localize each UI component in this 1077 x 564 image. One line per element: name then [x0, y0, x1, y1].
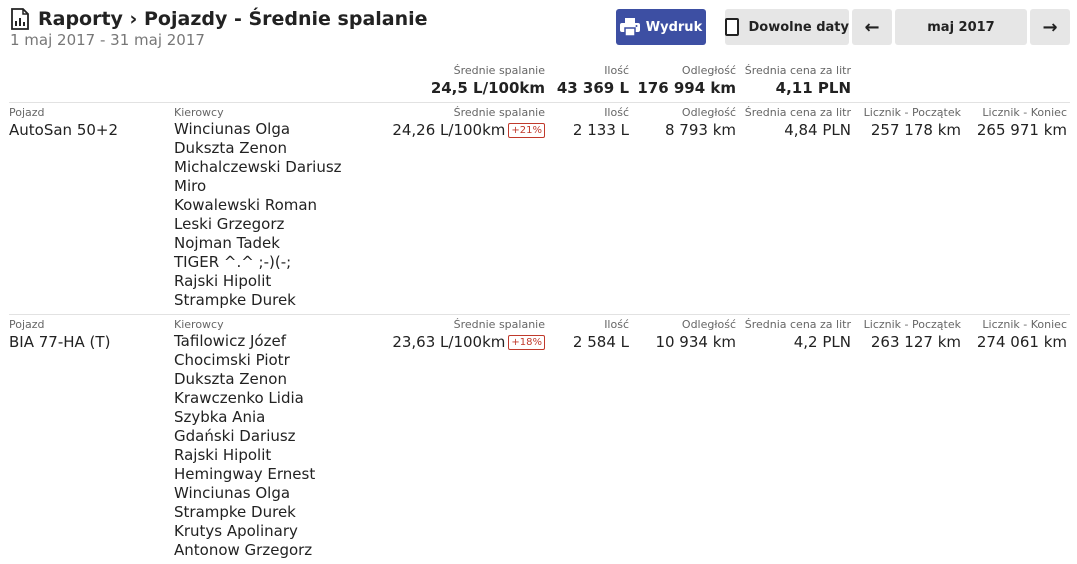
- vehicle-row[interactable]: Pojazd BIA 77-HA (T) Kierowcy Tafilowicz…: [0, 318, 1077, 564]
- deviation-badge: +18%: [508, 335, 545, 350]
- arrow-left-icon: ←: [864, 16, 880, 38]
- driver-name: Chocimski Piotr: [174, 351, 290, 369]
- divider: [9, 314, 1070, 315]
- checkbox-icon[interactable]: [725, 18, 739, 36]
- driver-name: Gdański Dariusz: [174, 427, 296, 445]
- vehicle-name: AutoSan 50+2: [9, 121, 119, 139]
- report-icon: [11, 8, 29, 30]
- drivers-cell: Kierowcy Tafilowicz Józef Chocimski Piotr…: [174, 318, 316, 560]
- vehicle-cell: Pojazd AutoSan 50+2: [9, 106, 119, 139]
- driver-name: Dukszta Zenon: [174, 139, 287, 157]
- driver-name: Tafilowicz Józef: [174, 332, 286, 350]
- summary-row: Średnie spalanie 24,5 L/100km Ilość 43 3…: [0, 64, 1077, 102]
- avg-price-cell: Średnia cena za litr 4,2 PLN: [744, 318, 851, 351]
- summary-avg-consumption: Średnie spalanie 24,5 L/100km: [430, 64, 545, 97]
- driver-name: Szybka Ania: [174, 408, 266, 426]
- counter-start-cell: Licznik - Początek 263 127 km: [863, 318, 961, 351]
- driver-name: Hemingway Ernest: [174, 465, 316, 483]
- next-month-button[interactable]: →: [1030, 9, 1070, 45]
- summary-amount: Ilość 43 369 L: [556, 64, 629, 97]
- arrow-right-icon: →: [1042, 16, 1058, 38]
- drivers-list: Tafilowicz Józef Chocimski Piotr Dukszta Z…: [174, 332, 315, 560]
- vehicle-name: BIA 77-HA (T): [9, 333, 111, 351]
- page-title: Raporty › Pojazdy - Średnie spalanie: [38, 8, 428, 30]
- driver-name: Strampke Durek: [174, 503, 296, 521]
- avg-consumption-cell: Średnie spalanie 23,63 L/100km +18%: [392, 318, 545, 351]
- summary-avg-price: Średnia cena za litr 4,11 PLN: [744, 64, 851, 97]
- driver-name: Dukszta Zenon: [174, 370, 287, 388]
- counter-start-cell: Licznik - Początek 257 178 km: [863, 106, 961, 139]
- avg-price-cell: Średnia cena za litr 4,84 PLN: [744, 106, 851, 139]
- driver-name: Michalczewski Dariusz: [174, 158, 342, 176]
- driver-name: Rajski Hipolit: [174, 446, 272, 464]
- driver-name: Kowalewski Roman: [174, 196, 318, 214]
- driver-name: Krawczenko Lidia: [174, 389, 304, 407]
- month-label: maj 2017: [927, 19, 995, 35]
- driver-name: Leski Grzegorz: [174, 215, 285, 233]
- driver-name: Krutys Apolinary: [174, 522, 298, 540]
- distance-cell: Odległość 8 793 km: [664, 106, 736, 139]
- driver-name: Nojman Tadek: [174, 234, 280, 252]
- drivers-list: Winciunas Olga Dukszta Zenon Michalczewski…: [174, 120, 342, 310]
- amount-cell: Ilość 2 133 L: [572, 106, 629, 139]
- deviation-badge: +21%: [508, 123, 545, 138]
- date-range: 1 maj 2017 - 31 maj 2017: [10, 31, 205, 49]
- counter-end-cell: Licznik - Koniec 265 971 km: [976, 106, 1067, 139]
- drivers-cell: Kierowcy Winciunas Olga Dukszta Zenon Mich…: [174, 106, 342, 310]
- divider: [9, 102, 1070, 103]
- distance-cell: Odległość 10 934 km: [655, 318, 736, 351]
- avg-consumption-cell: Średnie spalanie 24,26 L/100km +21%: [392, 106, 545, 139]
- driver-name: Strampke Durek: [174, 291, 296, 309]
- custom-dates-toggle[interactable]: Dowolne daty: [725, 9, 849, 45]
- page-header: Raporty › Pojazdy - Średnie spalanie 1 m…: [10, 8, 428, 49]
- driver-name: Winciunas Olga: [174, 484, 291, 502]
- title-row: Raporty › Pojazdy - Średnie spalanie: [10, 8, 428, 30]
- month-selector[interactable]: maj 2017: [895, 9, 1027, 45]
- vehicle-cell: Pojazd BIA 77-HA (T): [9, 318, 111, 351]
- print-button[interactable]: Wydruk: [616, 9, 706, 45]
- summary-distance: Odległość 176 994 km: [637, 64, 736, 97]
- custom-dates-label: Dowolne daty: [748, 19, 849, 35]
- prev-month-button[interactable]: ←: [852, 9, 892, 45]
- driver-name: Winciunas Olga: [174, 120, 291, 138]
- driver-name: Miro: [174, 177, 207, 195]
- driver-name: Antonow Grzegorz: [174, 541, 313, 559]
- vehicle-row[interactable]: Pojazd AutoSan 50+2 Kierowcy Winciunas O…: [0, 106, 1077, 312]
- driver-name: TIGER ^.^ ;-)(-;: [174, 253, 292, 271]
- amount-cell: Ilość 2 584 L: [572, 318, 629, 351]
- counter-end-cell: Licznik - Koniec 274 061 km: [976, 318, 1067, 351]
- print-button-label: Wydruk: [645, 19, 703, 35]
- printer-icon: [619, 18, 640, 36]
- driver-name: Rajski Hipolit: [174, 272, 272, 290]
